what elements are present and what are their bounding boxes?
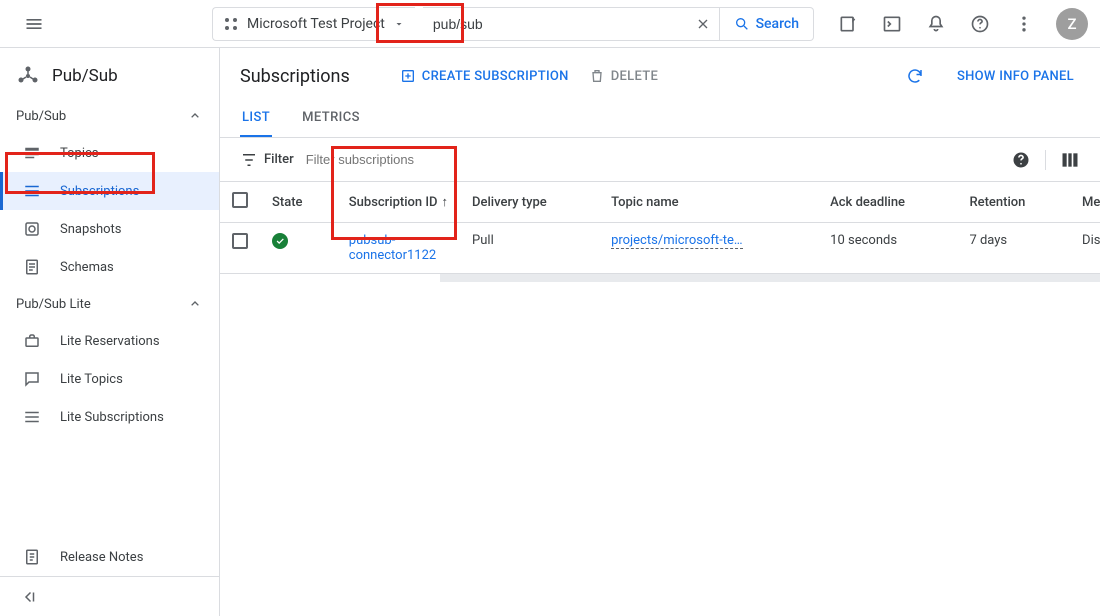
search-button-label: Search	[756, 16, 799, 32]
sidebar-item-snapshots[interactable]: Snapshots	[0, 210, 219, 248]
learn-icon	[838, 14, 858, 34]
chevron-up-icon	[187, 108, 203, 124]
refresh-button[interactable]	[899, 60, 931, 92]
terminal-icon	[882, 14, 902, 34]
col-ack-deadline[interactable]: Ack deadline	[818, 182, 957, 223]
tab-metrics[interactable]: METRICS	[300, 100, 362, 137]
cell-delivery-type: Pull	[460, 223, 599, 274]
search-icon	[734, 16, 750, 32]
col-topic-name[interactable]: Topic name	[599, 182, 818, 223]
col-state[interactable]: State	[260, 182, 337, 223]
tab-list[interactable]: LIST	[240, 100, 272, 137]
product-title: Pub/Sub	[52, 66, 118, 86]
nav-menu-button[interactable]	[16, 6, 52, 42]
sidebar-item-schemas[interactable]: Schemas	[0, 248, 219, 286]
columns-icon[interactable]	[1060, 150, 1080, 170]
bell-icon	[926, 14, 946, 34]
search-input[interactable]	[423, 8, 687, 40]
sidebar: Pub/Sub Pub/Sub Topics Subscriptions Sna…	[0, 48, 220, 616]
avatar-initial: Z	[1067, 15, 1076, 33]
sidebar-item-lite-reservations[interactable]: Lite Reservations	[0, 322, 219, 360]
snapshots-icon	[23, 220, 41, 238]
notes-icon	[23, 548, 41, 566]
sidebar-item-subscriptions[interactable]: Subscriptions	[0, 172, 219, 210]
chevron-left-collapse-icon	[20, 588, 38, 606]
sort-asc-icon: ↑	[442, 195, 449, 210]
row-checkbox[interactable]	[232, 233, 248, 249]
sidebar-item-topics[interactable]: Topics	[0, 134, 219, 172]
project-icon	[223, 16, 239, 32]
table-row: pubsub-connector1122 Pull projects/micro…	[220, 223, 1100, 274]
col-message-ordering[interactable]: Message orde	[1070, 182, 1100, 223]
topic-name-link[interactable]: projects/microsoft-te…	[611, 233, 743, 249]
col-delivery-type[interactable]: Delivery type	[460, 182, 599, 223]
page-title: Subscriptions	[240, 66, 350, 87]
table-header-row: State Subscription ID↑ Delivery type Top…	[220, 182, 1100, 223]
cell-retention: 7 days	[957, 223, 1070, 274]
caret-down-icon	[393, 18, 405, 30]
select-all-checkbox[interactable]	[232, 192, 248, 208]
more-vert-icon	[1014, 14, 1034, 34]
trash-icon	[589, 68, 605, 84]
show-info-panel-button[interactable]: SHOW INFO PANEL	[951, 69, 1080, 84]
help-icon	[970, 14, 990, 34]
schemas-icon	[23, 258, 41, 276]
topics-icon	[23, 144, 41, 162]
sidebar-item-lite-topics[interactable]: Lite Topics	[0, 360, 219, 398]
project-name: Microsoft Test Project	[247, 16, 385, 32]
clear-search-button[interactable]	[687, 8, 719, 40]
briefcase-icon	[23, 332, 41, 350]
more-button[interactable]	[1006, 6, 1042, 42]
chevron-up-icon	[187, 296, 203, 312]
notifications-button[interactable]	[918, 6, 954, 42]
horizontal-scrollbar[interactable]	[440, 274, 1100, 282]
chat-icon	[23, 370, 41, 388]
filter-label: Filter	[240, 151, 294, 169]
subscription-id-link[interactable]: pubsub-connector1122	[349, 233, 436, 263]
col-subscription-id[interactable]: Subscription ID↑	[337, 182, 460, 223]
add-box-icon	[400, 68, 416, 84]
delete-button[interactable]: DELETE	[589, 68, 658, 84]
sidebar-section-pubsub[interactable]: Pub/Sub	[0, 98, 219, 134]
search-box: Search	[423, 7, 814, 41]
sidebar-item-release-notes[interactable]: Release Notes	[0, 538, 219, 576]
cell-ack-deadline: 10 seconds	[818, 223, 957, 274]
sidebar-section-pubsublite[interactable]: Pub/Sub Lite	[0, 286, 219, 322]
lite-subs-icon	[23, 408, 41, 426]
refresh-icon	[906, 67, 924, 85]
collapse-sidebar-button[interactable]	[0, 576, 219, 616]
hamburger-icon	[24, 14, 44, 34]
help-solid-icon[interactable]	[1011, 150, 1031, 170]
state-active-icon	[272, 233, 288, 249]
cell-message-ordering: Disabled	[1070, 223, 1100, 274]
project-picker[interactable]: Microsoft Test Project	[212, 7, 415, 41]
sidebar-item-lite-subscriptions[interactable]: Lite Subscriptions	[0, 398, 219, 436]
filter-icon	[240, 151, 258, 169]
subscriptions-table: State Subscription ID↑ Delivery type Top…	[220, 182, 1100, 274]
subscriptions-icon	[23, 182, 41, 200]
search-button[interactable]: Search	[719, 8, 813, 40]
help-button[interactable]	[962, 6, 998, 42]
col-retention[interactable]: Retention	[957, 182, 1070, 223]
learn-button[interactable]	[830, 6, 866, 42]
cloud-shell-button[interactable]	[874, 6, 910, 42]
account-avatar[interactable]: Z	[1056, 8, 1088, 40]
create-subscription-button[interactable]: CREATE SUBSCRIPTION	[400, 68, 569, 84]
pubsub-logo-icon	[16, 64, 40, 88]
close-icon	[695, 16, 711, 32]
filter-input[interactable]	[304, 151, 1001, 168]
